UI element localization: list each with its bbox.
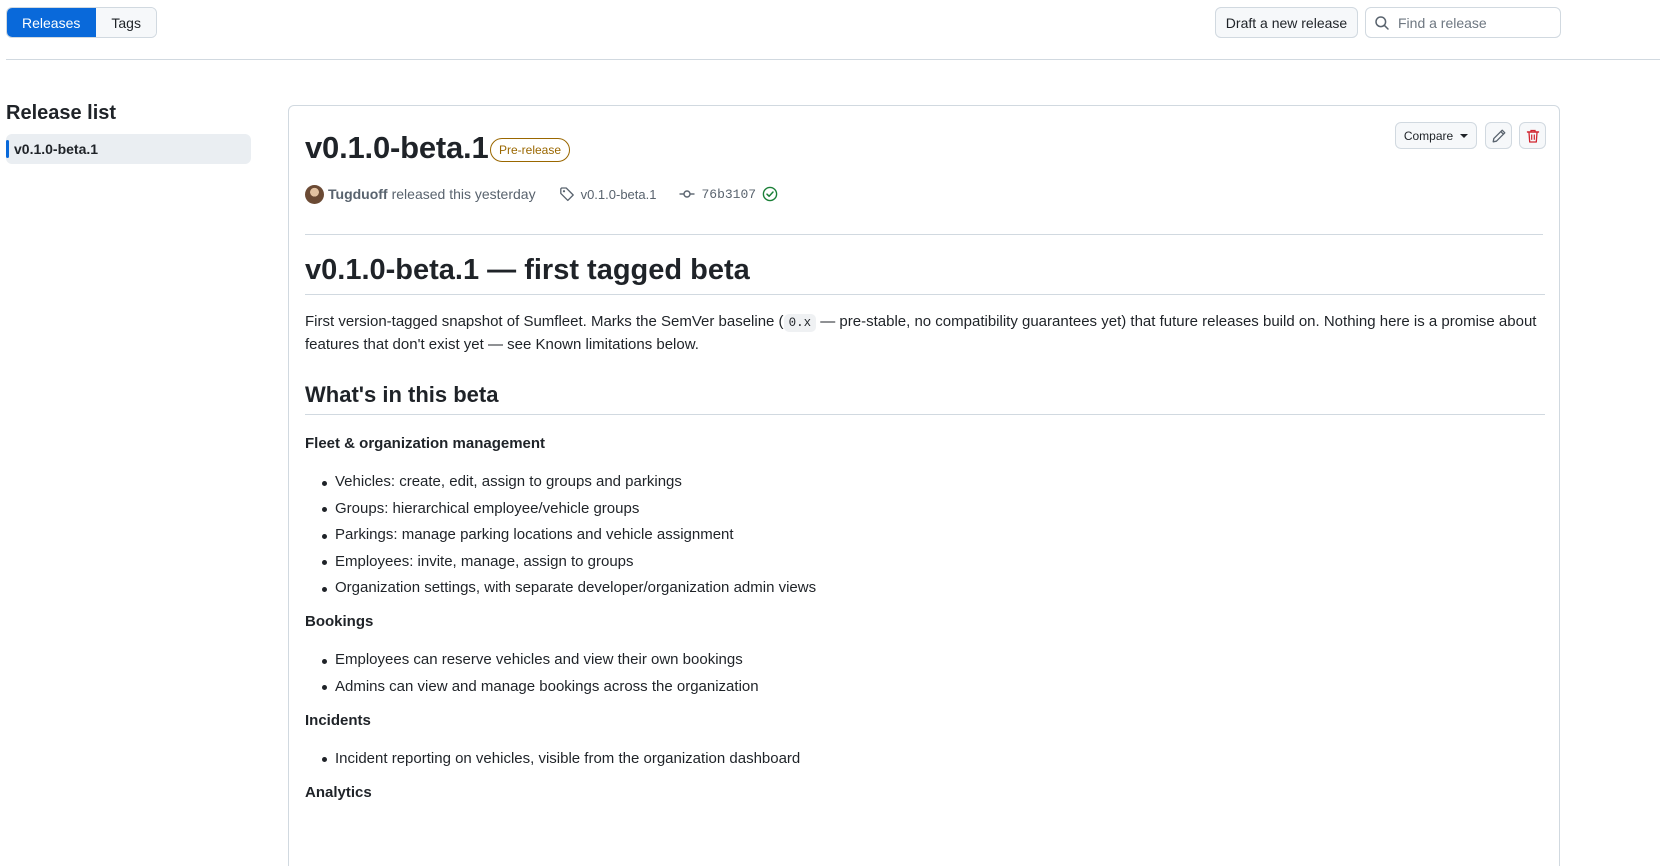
release-notes: v0.1.0-beta.1 — first tagged beta First …: [305, 252, 1545, 804]
avatar[interactable]: [305, 184, 324, 204]
compare-button[interactable]: Compare: [1395, 122, 1477, 149]
check-circle-icon[interactable]: [762, 186, 778, 202]
intro-code: 0.x: [783, 314, 817, 332]
list-incidents: Incident reporting on vehicles, visible …: [305, 748, 1545, 770]
tag-icon: [559, 187, 574, 202]
search-input[interactable]: [1398, 14, 1558, 31]
find-release-search[interactable]: [1365, 7, 1561, 38]
list-fleet: Vehicles: create, edit, assign to groups…: [305, 471, 1545, 599]
release-list-title: Release list: [6, 102, 117, 124]
list-item: Incident reporting on vehicles, visible …: [305, 748, 1545, 770]
search-icon: [1375, 15, 1389, 30]
list-item: Parkings: manage parking locations and v…: [305, 524, 1545, 546]
released-text: released this yesterday: [391, 186, 536, 202]
list-bookings: Employees can reserve vehicles and view …: [305, 649, 1545, 698]
pencil-icon: [1492, 129, 1505, 142]
group-title-analytics: Analytics: [305, 783, 372, 801]
commit-icon: [679, 190, 695, 198]
draft-new-release-button[interactable]: Draft a new release: [1215, 7, 1358, 38]
list-item: Groups: hierarchical employee/vehicle gr…: [305, 498, 1545, 520]
release-meta: Tugduoff released this yesterday v0.1.0-…: [305, 184, 778, 204]
commit-link[interactable]: 76b3107: [701, 187, 756, 202]
group-title-bookings: Bookings: [305, 613, 374, 631]
sidebar-item-release[interactable]: v0.1.0-beta.1: [6, 134, 251, 164]
intro-text-before: First version-tagged snapshot of Sumflee…: [305, 313, 784, 330]
top-bar: Releases Tags Draft a new release: [6, 7, 1660, 38]
list-item: Organization settings, with separate dev…: [305, 577, 1545, 599]
section-heading: What's in this beta: [305, 380, 1545, 415]
author-link[interactable]: Tugduoff: [328, 186, 388, 202]
edit-release-button[interactable]: [1485, 122, 1512, 149]
tag-link[interactable]: v0.1.0-beta.1: [581, 187, 657, 202]
tab-tags[interactable]: Tags: [96, 8, 156, 37]
top-divider: [6, 59, 1660, 60]
chevron-down-icon: [1460, 133, 1469, 138]
group-title-fleet: Fleet & organization management: [305, 435, 546, 452]
release-title[interactable]: v0.1.0-beta.1: [305, 130, 489, 166]
card-divider: [305, 234, 1543, 235]
list-item: Employees can reserve vehicles and view …: [305, 649, 1545, 671]
group-title-incidents: Incidents: [305, 711, 371, 729]
list-item: Admins can view and manage bookings acro…: [305, 676, 1545, 698]
releases-tags-switch: Releases Tags: [6, 7, 157, 38]
tab-releases[interactable]: Releases: [7, 8, 97, 37]
list-item: Vehicles: create, edit, assign to groups…: [305, 471, 1545, 493]
prerelease-badge: Pre-release: [490, 138, 571, 162]
list-item: Employees: invite, manage, assign to gro…: [305, 551, 1545, 573]
delete-release-button[interactable]: [1519, 122, 1546, 149]
compare-label: Compare: [1403, 128, 1454, 143]
release-card: v0.1.0-beta.1 Pre-release Compare Tugduo…: [288, 105, 1560, 866]
notes-heading: v0.1.0-beta.1 — first tagged beta: [305, 252, 1545, 295]
notes-intro: First version-tagged snapshot of Sumflee…: [305, 311, 1545, 356]
trash-icon: [1526, 129, 1539, 143]
